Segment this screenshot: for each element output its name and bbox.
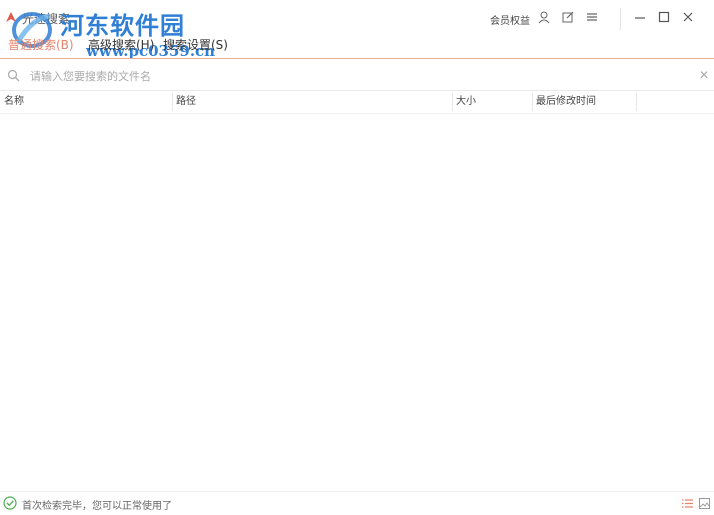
menu-icon[interactable] — [585, 10, 599, 24]
table-header: 名称 路径 大小 最后修改时间 — [0, 91, 714, 114]
menu-search-settings[interactable]: 搜索设置(S) — [163, 36, 228, 53]
minimize-icon[interactable] — [633, 10, 647, 24]
thumbnail-view-icon[interactable] — [698, 497, 711, 510]
clear-search-icon[interactable]: ✕ — [699, 69, 709, 81]
column-divider[interactable] — [636, 93, 637, 111]
list-view-icon[interactable] — [681, 497, 694, 510]
column-header-name[interactable]: 名称 — [0, 91, 172, 113]
close-icon[interactable] — [681, 10, 695, 24]
search-icon — [7, 69, 20, 82]
column-header-path[interactable]: 路径 — [172, 91, 452, 113]
search-bar: ✕ — [0, 62, 714, 91]
menu-normal-search[interactable]: 普通搜索(B) — [8, 36, 74, 53]
menu-bar: 普通搜索(B) 高级搜索(H) 搜索设置(S) — [0, 34, 714, 54]
user-icon[interactable] — [537, 10, 551, 24]
accent-divider — [0, 58, 714, 59]
edit-icon[interactable] — [561, 10, 575, 24]
status-bar: 首次检索完毕，您可以正常使用了 — [0, 491, 714, 515]
status-text: 首次检索完毕，您可以正常使用了 — [22, 501, 172, 512]
title-bar[interactable]: 光速搜索 河东软件园 www.pc0359.cn 会员权益 — [0, 0, 714, 60]
menu-advanced-search[interactable]: 高级搜索(H) — [88, 36, 154, 53]
check-circle-icon — [3, 496, 17, 510]
column-header-modified[interactable]: 最后修改时间 — [532, 91, 636, 113]
member-benefits-button[interactable]: 会员权益 — [490, 12, 530, 27]
results-list[interactable] — [0, 114, 714, 490]
search-input[interactable] — [30, 65, 680, 87]
maximize-icon[interactable] — [657, 10, 671, 24]
app-window: 光速搜索 河东软件园 www.pc0359.cn 会员权益 普通搜索(B) 高级… — [0, 0, 714, 515]
titlebar-divider — [620, 8, 621, 30]
column-header-size[interactable]: 大小 — [452, 91, 532, 113]
